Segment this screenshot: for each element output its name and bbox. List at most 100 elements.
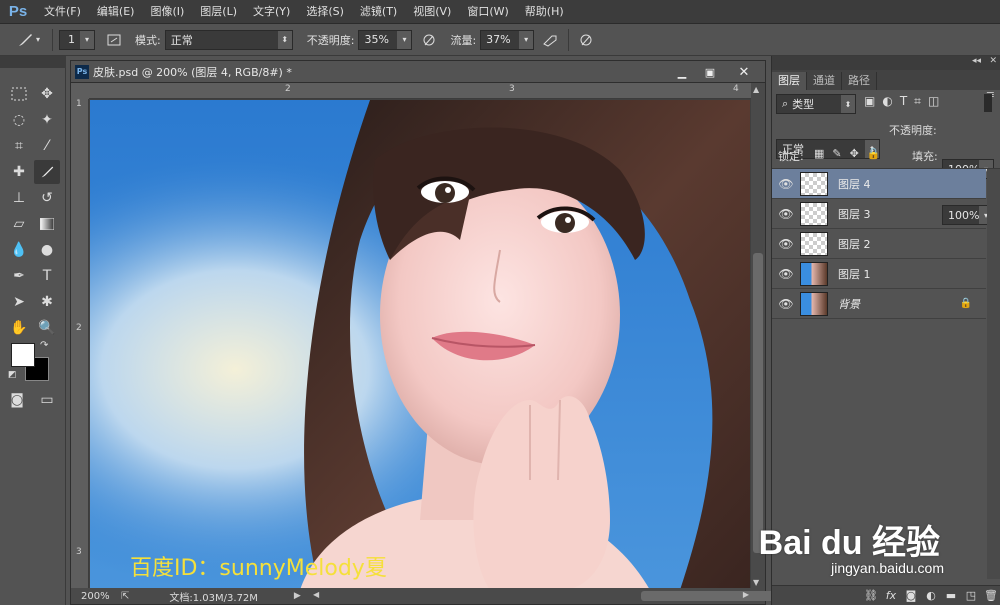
menu-help[interactable]: 帮助(H) [517, 0, 572, 24]
ruler-origin[interactable] [71, 83, 89, 99]
minimize-button[interactable]: ▁ [669, 64, 695, 80]
ruler-tick-label: 4 [733, 84, 739, 94]
layer-row-2[interactable]: 👁 图层 2 [772, 229, 986, 259]
vertical-ruler[interactable]: 1 2 3 [71, 99, 89, 589]
blur-tool-icon[interactable]: 💧 [6, 238, 32, 262]
eraser-tool-icon[interactable]: ▱ [6, 212, 32, 236]
panel-close-icon[interactable]: ✕ [989, 56, 997, 66]
dodge-tool-icon[interactable]: ● [34, 238, 60, 262]
scroll-right-icon[interactable]: ▶ [743, 590, 749, 599]
menu-image[interactable]: 图像(I) [142, 0, 192, 24]
layer-row-4[interactable]: 👁 图层 4 [772, 169, 986, 199]
eyedropper-tool-icon[interactable]: ⁄ [34, 134, 60, 158]
path-selection-tool-icon[interactable]: ➤ [6, 290, 32, 314]
crop-tool-icon[interactable]: ⌗ [6, 134, 32, 158]
menu-edit[interactable]: 编辑(E) [89, 0, 143, 24]
collapse-panel-icon[interactable]: ◂◂ [972, 56, 981, 66]
add-mask-icon[interactable]: ◙ [901, 589, 921, 602]
foreground-color-swatch[interactable] [11, 343, 35, 367]
stamp-tool-icon[interactable]: ⊥ [6, 186, 32, 210]
screen-mode-icon[interactable]: ▭ [34, 388, 60, 412]
marquee-tool-icon[interactable] [6, 82, 32, 106]
move-tool-icon[interactable]: ✥ [34, 82, 60, 106]
quick-mask-icon[interactable]: ◙ [4, 388, 30, 412]
menu-type[interactable]: 文字(Y) [245, 0, 298, 24]
history-brush-tool-icon[interactable]: ↺ [34, 186, 60, 210]
horizontal-scrollbar[interactable]: ◀ ▶ [311, 588, 841, 604]
status-menu-arrow-icon[interactable]: ▶ [294, 591, 301, 601]
horizontal-ruler[interactable]: 2 3 4 [89, 83, 751, 99]
pressure-size-icon[interactable] [575, 29, 597, 51]
vertical-scrollbar[interactable]: ▲ ▼ [751, 83, 765, 589]
zoom-tool-icon[interactable]: 🔍 [34, 316, 60, 340]
menu-file[interactable]: 文件(F) [36, 0, 89, 24]
healing-brush-tool-icon[interactable]: ✚ [6, 160, 32, 184]
menu-select[interactable]: 选择(S) [298, 0, 352, 24]
layer-style-icon[interactable]: fx [881, 589, 901, 602]
link-layers-icon[interactable]: ⛓ [861, 589, 881, 602]
brush-tool-icon[interactable] [34, 160, 60, 184]
status-bar: 200% ⇱ 文档:1.03M/3.72M ▶ ◀ ▶ [71, 588, 841, 604]
tab-layers[interactable]: 图层 [772, 72, 807, 90]
airbrush-icon[interactable] [540, 29, 562, 51]
close-button[interactable]: ✕ [731, 64, 757, 80]
filter-toggle[interactable] [984, 94, 992, 112]
export-icon[interactable]: ⇱ [121, 591, 129, 602]
toolbox-header [0, 56, 66, 68]
tab-paths[interactable]: 路径 [842, 72, 877, 90]
vertical-scroll-thumb[interactable] [753, 253, 763, 553]
adjustment-layer-icon[interactable]: ◐ [921, 589, 941, 602]
brush-preset-icon[interactable] [14, 29, 36, 51]
visibility-eye-icon[interactable]: 👁 [772, 237, 800, 251]
type-filter-icon[interactable]: T [900, 94, 907, 109]
magic-wand-tool-icon[interactable]: ✦ [34, 108, 60, 132]
visibility-eye-icon[interactable]: 👁 [772, 177, 800, 191]
lasso-tool-icon[interactable]: ◌ [6, 108, 32, 132]
visibility-eye-icon[interactable]: 👁 [772, 207, 800, 221]
gradient-tool-icon[interactable] [34, 212, 60, 236]
layer-filter-select[interactable]: ⌕ 类型 ⬍ [776, 94, 856, 114]
default-colors-icon[interactable]: ◩ [8, 370, 17, 380]
adjustment-filter-icon[interactable]: ◐ [882, 94, 892, 109]
image-filter-icon[interactable]: ▣ [864, 94, 875, 109]
blend-mode-select[interactable]: 正常 ⬍ [164, 29, 293, 50]
tab-channels[interactable]: 通道 [807, 72, 842, 90]
pen-tool-icon[interactable]: ✒ [6, 264, 32, 288]
menu-window[interactable]: 窗口(W) [459, 0, 516, 24]
shape-filter-icon[interactable]: ⌗ [914, 94, 921, 109]
hand-tool-icon[interactable]: ✋ [6, 316, 32, 340]
smart-object-filter-icon[interactable]: ◫ [928, 94, 939, 109]
scroll-left-icon[interactable]: ◀ [313, 590, 319, 599]
image-canvas[interactable]: 百度ID：sunnyMelody夏 [90, 100, 750, 590]
lock-pixels-icon[interactable]: ✎ [832, 147, 841, 160]
brush-size-picker[interactable]: 1 ▾ [59, 29, 96, 50]
lock-transparency-icon[interactable]: ▦ [814, 147, 824, 160]
new-group-icon[interactable]: ▬ [941, 589, 961, 602]
visibility-eye-icon[interactable]: 👁 [772, 267, 800, 281]
zoom-level[interactable]: 200% [81, 591, 115, 602]
new-layer-icon[interactable]: ◳ [961, 589, 981, 602]
layer-row-3[interactable]: 👁 图层 3 [772, 199, 986, 229]
layers-scrollbar[interactable] [987, 169, 1000, 579]
menu-filter[interactable]: 滤镜(T) [352, 0, 405, 24]
lock-all-icon[interactable]: 🔒 [867, 147, 881, 160]
delete-layer-icon[interactable]: 🗑 [981, 589, 1000, 602]
layer-row-background[interactable]: 👁 背景 🔒 [772, 289, 986, 319]
scroll-down-icon[interactable]: ▼ [753, 578, 759, 587]
shape-tool-icon[interactable]: ✱ [34, 290, 60, 314]
lock-position-icon[interactable]: ✥ [850, 147, 859, 160]
brush-panel-icon[interactable] [103, 29, 125, 51]
scroll-up-icon[interactable]: ▲ [753, 85, 759, 94]
visibility-eye-icon[interactable]: 👁 [772, 297, 800, 311]
maximize-button[interactable]: ▣ [697, 64, 723, 80]
brush-preset-chevron-icon[interactable]: ▾ [36, 35, 40, 44]
opacity-input[interactable]: 35% ▾ [358, 29, 413, 50]
menu-layer[interactable]: 图层(L) [192, 0, 245, 24]
swap-colors-icon[interactable]: ↷ [40, 340, 48, 351]
pressure-opacity-icon[interactable] [418, 29, 440, 51]
layer-row-1[interactable]: 👁 图层 1 [772, 259, 986, 289]
flow-input[interactable]: 37% ▾ [480, 29, 535, 50]
menu-view[interactable]: 视图(V) [405, 0, 459, 24]
document-tab[interactable]: Ps 皮肤.psd @ 200% (图层 4, RGB/8#) * ▁ ▣ ✕ [71, 61, 765, 83]
type-tool-icon[interactable]: T [34, 264, 60, 288]
